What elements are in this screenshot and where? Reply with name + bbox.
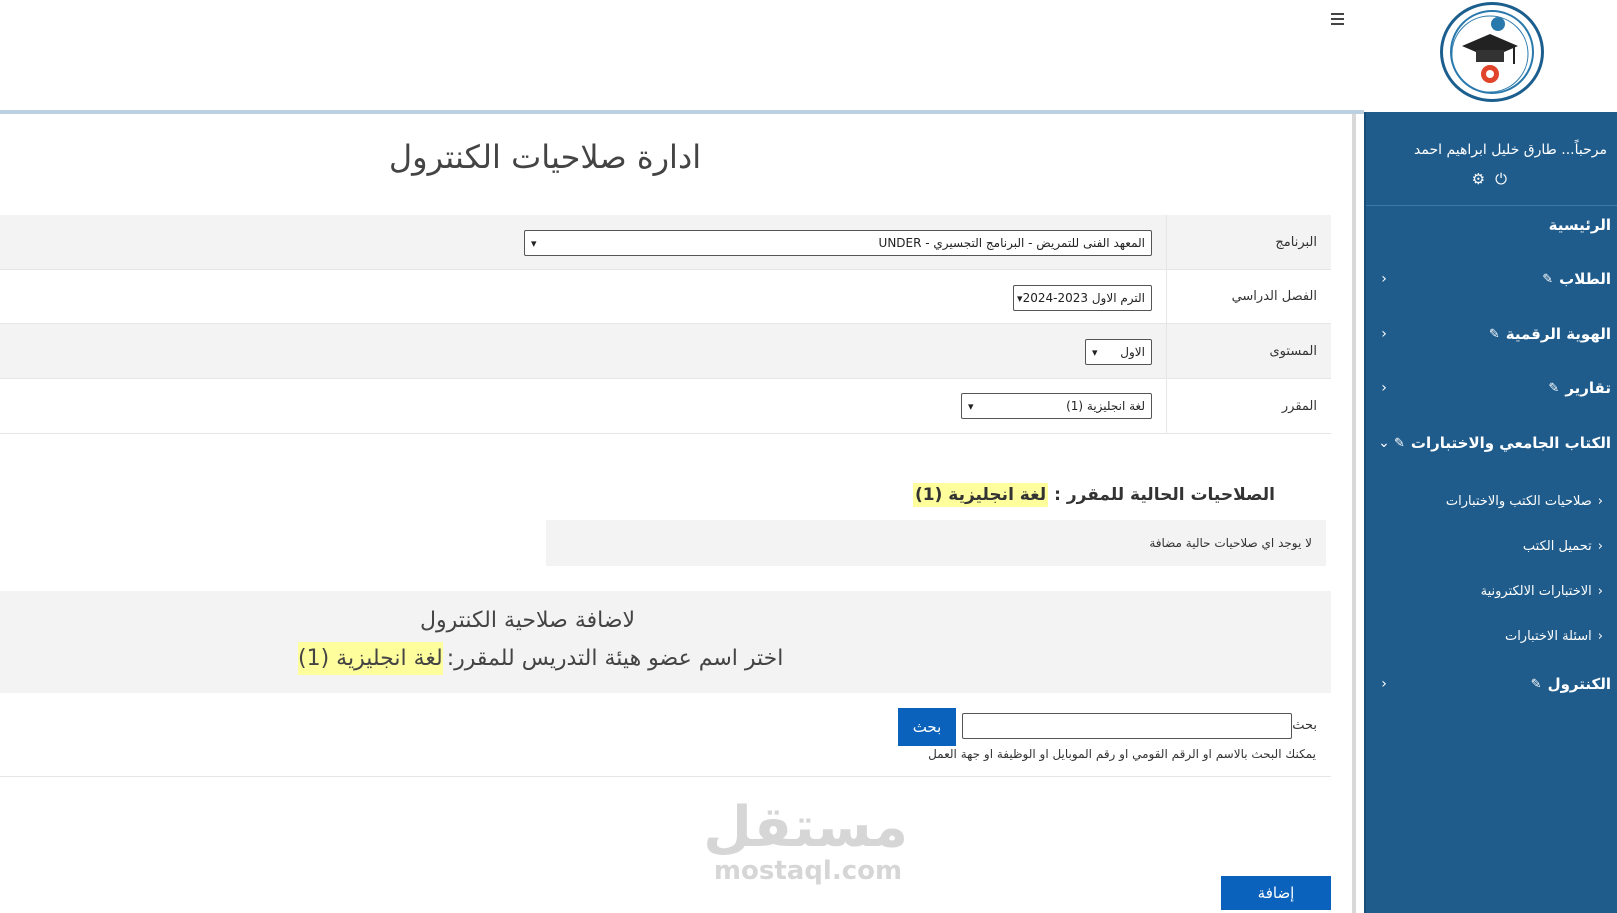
search-button[interactable]: بحث — [898, 708, 956, 746]
permissions-empty-message: لا يوجد اي صلاحيات حالية مضافة — [546, 520, 1326, 566]
sidebar-subitem-label: اسئلة الاختبارات — [1504, 628, 1592, 644]
search-input[interactable] — [962, 713, 1292, 739]
program-select[interactable]: المعهد الفنى للتمريض - البرنامج التجسيري… — [524, 230, 1152, 256]
sidebar-item-label: تقارير — [1565, 379, 1611, 397]
choose-faculty-prefix: اختر اسم عضو هيئة التدريس للمقرر: — [446, 646, 784, 671]
program-label: البرنامج — [1275, 234, 1317, 250]
course-label: المقرر — [1281, 398, 1317, 414]
sidebar-divider — [1366, 205, 1617, 206]
watermark-logo: مستقل mostaql.com — [703, 795, 908, 890]
search-hint: يمكنك البحث بالاسم او الرقم القومي او رق… — [928, 747, 1316, 761]
chevron-left-icon: ‹ — [1381, 380, 1387, 396]
top-header — [0, 0, 1617, 112]
sidebar-item-control[interactable]: الكنترول ✎ ‹ — [1376, 669, 1611, 699]
edit-icon: ✎ — [1542, 271, 1554, 287]
level-select-value: الاول — [1120, 345, 1145, 359]
sidebar-item-books-exams[interactable]: الكتاب الجامعي والاختبارات ✎ ⌄ — [1376, 428, 1611, 458]
sidebar-item-label: الرئيسية — [1548, 216, 1611, 234]
sidebar-subitem-exam-questions[interactable]: ‹ اسئلة الاختبارات — [1373, 623, 1603, 649]
sidebar: مرحباً... طارق خليل ابراهيم احمد ⚙ ⏻ الر… — [1364, 112, 1617, 913]
watermark-latin: mostaql.com — [713, 856, 903, 886]
sidebar-subitem-online-exams[interactable]: ‹ الاختبارات الالكترونية — [1373, 578, 1603, 604]
sidebar-user-actions: ⚙ ⏻ — [1472, 170, 1507, 188]
choose-faculty-heading: اختر اسم عضو هيئة التدريس للمقرر: لغة ان… — [298, 642, 783, 675]
current-permissions-course: لغة انجليزية (1) — [912, 483, 1049, 507]
university-logo-icon[interactable] — [1440, 2, 1544, 102]
sidebar-item-reports[interactable]: تقارير ✎ ‹ — [1376, 373, 1611, 403]
chevron-left-icon: ‹ — [1381, 676, 1387, 692]
search-label: بحث — [1292, 718, 1317, 733]
hamburger-menu-icon[interactable] — [1326, 8, 1348, 30]
search-divider — [0, 776, 1331, 777]
level-label: المستوى — [1269, 343, 1318, 359]
sidebar-item-students[interactable]: الطلاب ✎ ‹ — [1376, 264, 1611, 294]
edit-icon: ✎ — [1394, 435, 1405, 451]
chevron-left-icon: ‹ — [1597, 538, 1603, 554]
level-select[interactable]: الاول ▾ — [1085, 339, 1152, 365]
header-divider — [0, 110, 1364, 114]
level-row: المستوى الاول ▾ — [0, 324, 1331, 379]
sidebar-subitem-label: الاختبارات الالكترونية — [1480, 583, 1592, 599]
program-select-value: المعهد الفنى للتمريض - البرنامج التجسيري… — [878, 236, 1145, 250]
sidebar-item-digital-id[interactable]: الهوية الرقمية ✎ ‹ — [1376, 319, 1611, 349]
chevron-down-icon: ▾ — [1017, 291, 1023, 305]
sidebar-subitem-book-download[interactable]: ‹ تحميل الكتب — [1373, 533, 1603, 559]
content-card-edge — [1352, 114, 1356, 913]
sidebar-item-label: الكتاب الجامعي والاختبارات — [1410, 434, 1611, 452]
chevron-down-icon: ▾ — [1092, 345, 1098, 359]
sidebar-item-label: الكنترول — [1547, 675, 1611, 693]
course-select[interactable]: لغة انجليزية (1) ▾ — [961, 393, 1152, 419]
chevron-left-icon: ‹ — [1381, 326, 1387, 342]
add-permission-heading: لاضافة صلاحية الكنترول — [420, 608, 636, 633]
course-select-value: لغة انجليزية (1) — [1066, 399, 1145, 413]
chevron-down-icon: ▾ — [531, 236, 537, 250]
welcome-text: مرحباً... طارق خليل ابراهيم احمد — [1414, 142, 1607, 158]
logo-emblem — [1450, 10, 1534, 94]
semester-select-value: الترم الاول 2023-2024 — [1022, 291, 1145, 305]
settings-gear-icon[interactable]: ⚙ — [1472, 170, 1485, 188]
chevron-left-icon: ‹ — [1597, 628, 1603, 644]
edit-icon: ✎ — [1548, 380, 1560, 396]
chevron-down-icon: ⌄ — [1378, 435, 1390, 451]
choose-faculty-course: لغة انجليزية (1) — [298, 642, 443, 675]
current-permissions-title: الصلاحيات الحالية للمقرر : لغة انجليزية … — [912, 483, 1275, 507]
graduation-cap-icon — [1452, 15, 1529, 92]
chevron-left-icon: ‹ — [1597, 493, 1603, 509]
semester-row: الفصل الدراسي الترم الاول 2023-2024 ▾ — [0, 270, 1331, 324]
add-button[interactable]: إضافة — [1221, 876, 1331, 910]
edit-icon: ✎ — [1530, 676, 1542, 692]
edit-icon: ✎ — [1488, 326, 1500, 342]
watermark-arabic: مستقل — [703, 795, 908, 860]
semester-select[interactable]: الترم الاول 2023-2024 ▾ — [1013, 285, 1152, 311]
sidebar-item-home[interactable]: الرئيسية — [1376, 210, 1611, 240]
course-row: المقرر لغة انجليزية (1) ▾ — [0, 379, 1331, 434]
program-row: البرنامج المعهد الفنى للتمريض - البرنامج… — [0, 215, 1331, 270]
sidebar-subitem-label: تحميل الكتب — [1522, 538, 1592, 554]
chevron-left-icon: ‹ — [1381, 271, 1387, 287]
page-title: ادارة صلاحيات الكنترول — [388, 138, 702, 176]
chevron-down-icon: ▾ — [968, 399, 974, 413]
chevron-left-icon: ‹ — [1597, 583, 1603, 599]
sidebar-item-label: الطلاب — [1559, 270, 1611, 288]
sidebar-subitem-book-permissions[interactable]: ‹ صلاحيات الكتب والاختبارات — [1373, 488, 1603, 514]
semester-label: الفصل الدراسي — [1231, 289, 1317, 304]
current-permissions-prefix: الصلاحيات الحالية للمقرر : — [1054, 485, 1275, 505]
sidebar-subitem-label: صلاحيات الكتب والاختبارات — [1445, 493, 1592, 509]
power-icon[interactable]: ⏻ — [1495, 170, 1507, 188]
sidebar-item-label: الهوية الرقمية — [1505, 325, 1611, 343]
